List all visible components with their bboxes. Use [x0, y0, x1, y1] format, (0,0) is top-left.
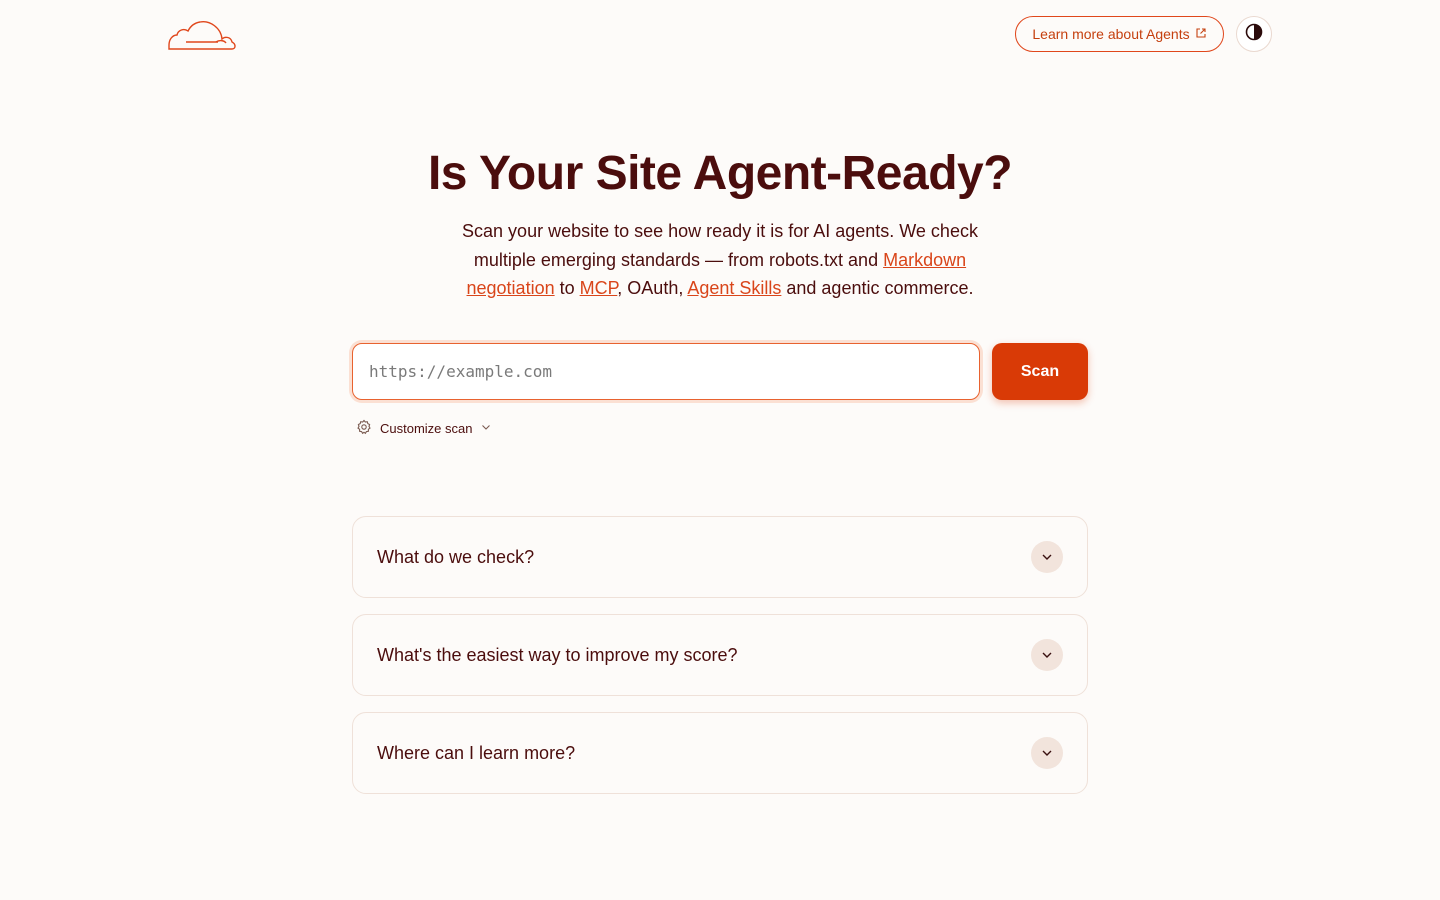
faq-question: What do we check?: [377, 546, 535, 567]
desc-text: , OAuth,: [617, 278, 688, 298]
customize-scan-toggle[interactable]: Customize scan: [356, 418, 492, 438]
faq-question: Where can I learn more?: [377, 742, 576, 763]
desc-text: to: [554, 278, 580, 298]
chevron-down-icon: [480, 421, 492, 436]
header: Learn more about Agents: [0, 0, 1440, 70]
learn-more-agents-button[interactable]: Learn more about Agents: [1015, 16, 1224, 52]
gear-icon: [356, 419, 372, 438]
learn-more-label: Learn more about Agents: [1032, 26, 1190, 42]
page-title: Is Your Site Agent-Ready?: [427, 147, 1013, 200]
cloudflare-logo[interactable]: [166, 16, 238, 52]
faq-item[interactable]: What's the easiest way to improve my sco…: [352, 614, 1088, 696]
customize-scan-label: Customize scan: [380, 420, 473, 436]
chevron-down-icon: [1031, 639, 1063, 671]
hero-description: Scan your website to see how ready it is…: [440, 217, 1000, 303]
chevron-down-icon: [1031, 541, 1063, 573]
contrast-icon: [1245, 23, 1263, 46]
faq-question: What's the easiest way to improve my sco…: [377, 644, 738, 665]
external-link-icon: [1195, 26, 1207, 42]
faq-item[interactable]: What do we check?: [352, 516, 1088, 598]
agent-skills-link[interactable]: Agent Skills: [687, 278, 781, 298]
theme-toggle-button[interactable]: [1236, 16, 1272, 52]
url-input[interactable]: [352, 343, 980, 400]
chevron-down-icon: [1031, 737, 1063, 769]
faq-item[interactable]: Where can I learn more?: [352, 712, 1088, 794]
scan-button[interactable]: Scan: [992, 343, 1088, 400]
mcp-link[interactable]: MCP: [580, 278, 618, 298]
desc-text: and agentic commerce.: [781, 278, 974, 298]
